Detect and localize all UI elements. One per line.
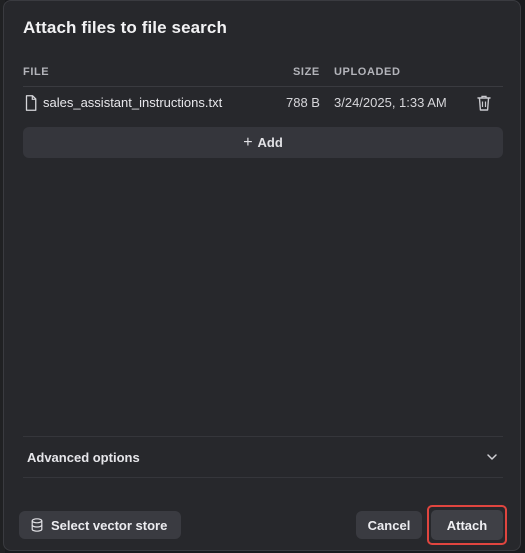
- select-vector-store-button[interactable]: Select vector store: [19, 511, 181, 539]
- dialog-title: Attach files to file search: [23, 18, 227, 37]
- attach-files-dialog: Attach files to file search FILE SIZE UP…: [3, 0, 521, 551]
- divider: [23, 477, 503, 478]
- column-header-size: SIZE: [293, 66, 320, 78]
- select-vector-store-label: Select vector store: [51, 518, 168, 533]
- database-icon: [31, 518, 43, 532]
- advanced-options-label: Advanced options: [27, 450, 140, 465]
- column-header-file: FILE: [23, 66, 50, 78]
- file-uploaded-date: 3/24/2025, 1:33 AM: [334, 95, 447, 110]
- file-name: sales_assistant_instructions.txt: [43, 95, 223, 110]
- table-row: sales_assistant_instructions.txt 788 B 3…: [23, 87, 503, 119]
- file-size: 788 B: [286, 95, 320, 110]
- trash-icon[interactable]: [476, 94, 492, 112]
- add-file-button[interactable]: + Add: [23, 127, 503, 158]
- column-header-uploaded: UPLOADED: [334, 66, 401, 78]
- attach-button[interactable]: Attach: [431, 510, 503, 540]
- plus-icon: +: [243, 134, 253, 151]
- cancel-button[interactable]: Cancel: [356, 511, 422, 539]
- add-button-label: Add: [257, 135, 283, 150]
- file-icon: [25, 95, 37, 111]
- chevron-down-icon: [487, 454, 497, 460]
- advanced-options-toggle[interactable]: Advanced options: [23, 437, 503, 477]
